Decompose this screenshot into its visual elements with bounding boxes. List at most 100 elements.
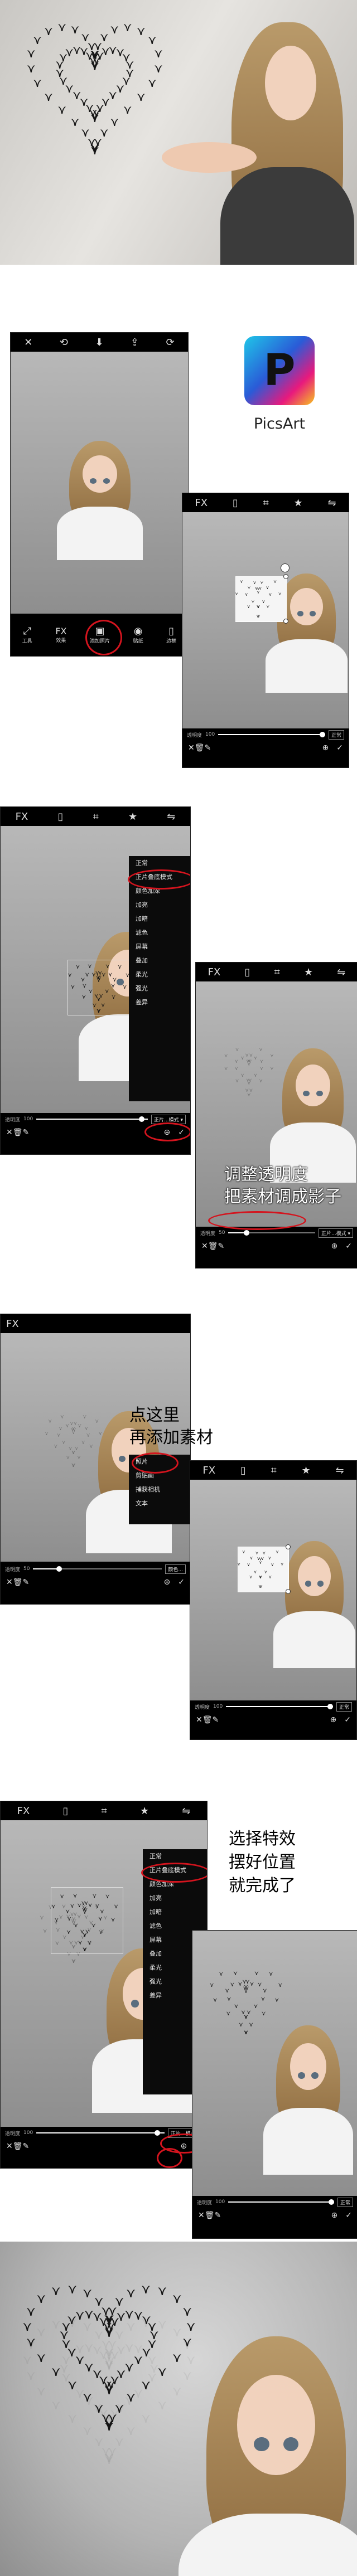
eraser-icon[interactable]: ✎ — [213, 1715, 219, 1724]
check-icon[interactable]: ✓ — [178, 1578, 185, 1587]
menu-item[interactable]: 柔光 — [129, 968, 190, 981]
trash-icon[interactable]: 🗑 — [13, 1578, 23, 1587]
frame-icon[interactable]: ▯ — [233, 497, 238, 509]
star-icon[interactable]: ★ — [302, 1465, 311, 1476]
download-icon[interactable]: ⬇ — [95, 337, 103, 348]
blend-mode-button[interactable]: 正常 — [336, 1702, 352, 1712]
menu-item[interactable]: 捕获相机 — [129, 1483, 190, 1496]
eraser-icon[interactable]: ✎ — [205, 743, 211, 752]
fx-label[interactable]: FX — [202, 1465, 215, 1476]
crop-icon[interactable]: ⌗ — [274, 966, 280, 978]
close-icon[interactable]: ✕ — [6, 2142, 13, 2151]
frame-item[interactable]: ▯ 边框 — [166, 625, 176, 644]
blend-mode-button[interactable]: 正常 — [337, 2197, 353, 2207]
fx-label[interactable]: FX — [17, 1805, 30, 1817]
share-icon[interactable]: ⇪ — [131, 337, 139, 348]
menu-item[interactable]: 加暗 — [143, 1905, 207, 1919]
close-icon[interactable]: ✕ — [198, 2211, 205, 2220]
shadow-sticker[interactable]: ⋎ ⋎ ⋎ ⋎ ⋎ ⋎ ⋎ ⋎ ⋎ ⋎ ⋎ ⋎ ⋎ ⋎ ⋎ ⋎ ⋎ ⋎ ⋎ ⋎ ⋎ ⋎ ⋎ ⋎ ⋎ ⋎ ⋎ ⋎ — [224, 1046, 279, 1099]
frame-icon[interactable]: ▯ — [240, 1465, 246, 1476]
bird-heart-sticker[interactable]: ⋎ ⋎ ⋎ ⋎ ⋎ ⋎ ⋎ ⋎ ⋎ ⋎ ⋎ ⋎ ⋎ ⋎ ⋎ ⋎ ⋎ ⋎ ⋎ ⋎ ⋎ ⋎ ⋎ ⋎ ⋎ ⋎ ⋎ ⋎ ⋎ ⋎ ⋎ ⋎ ⋎ ⋎ — [51, 1887, 123, 1954]
blend-mode-button[interactable]: 正片...模式 ▾ — [319, 1228, 353, 1238]
redo-icon[interactable]: ⟳ — [166, 337, 175, 348]
undo-icon[interactable]: ⟲ — [60, 337, 68, 348]
fx-label[interactable]: FX — [16, 811, 28, 823]
blend-mode-button[interactable]: 正常 — [328, 730, 344, 740]
add-icon[interactable]: ⊕ — [331, 2211, 338, 2220]
menu-item[interactable]: 正常 — [143, 1849, 207, 1863]
menu-item[interactable]: 文本 — [129, 1496, 190, 1510]
check-icon[interactable]: ✓ — [336, 743, 343, 752]
close-icon[interactable]: ✕ — [201, 1242, 208, 1251]
add-icon[interactable]: ⊕ — [330, 1715, 337, 1724]
resize-handle[interactable] — [286, 1589, 291, 1594]
add-photo-item[interactable]: ▣ 添加照片 — [85, 620, 123, 655]
bird-sticker[interactable]: ⋎ ⋎ ⋎ ⋎ ⋎ ⋎ ⋎ ⋎ ⋎ ⋎ ⋎ ⋎ ⋎ ⋎ ⋎ ⋎ ⋎ ⋎ ⋎ ⋎ ⋎ ⋎ — [237, 1547, 289, 1592]
fx-label[interactable]: FX — [208, 966, 221, 978]
menu-item[interactable]: 叠加 — [129, 954, 190, 968]
opacity-slider[interactable] — [36, 1116, 148, 1122]
resize-handle[interactable] — [283, 574, 288, 579]
trash-icon[interactable]: 🗑 — [13, 1128, 23, 1137]
resize-handle[interactable] — [283, 619, 288, 624]
star-icon[interactable]: ★ — [128, 811, 137, 823]
menu-item[interactable]: 强光 — [129, 981, 190, 995]
eraser-icon[interactable]: ✎ — [215, 2211, 221, 2220]
star-icon[interactable]: ★ — [294, 497, 303, 509]
flip-icon[interactable]: ⇋ — [182, 1805, 190, 1817]
close-icon[interactable]: ✕ — [24, 337, 32, 348]
star-icon[interactable]: ★ — [304, 966, 313, 978]
eraser-icon[interactable]: ✎ — [218, 1242, 225, 1251]
blend-mode-button[interactable]: 颜色... — [165, 1564, 186, 1574]
bird-sticker[interactable]: ⋎ ⋎ ⋎ ⋎ ⋎ ⋎ ⋎ ⋎ ⋎ ⋎ ⋎ ⋎ ⋎ ⋎ ⋎ ⋎ ⋎ ⋎ ⋎ ⋎ ⋎ ⋎ — [235, 576, 287, 622]
check-icon[interactable]: ✓ — [345, 1242, 352, 1251]
crop-icon[interactable]: ⌗ — [102, 1805, 107, 1817]
rotate-handle[interactable] — [281, 563, 290, 572]
add-icon[interactable]: ⊕ — [164, 1578, 171, 1587]
eraser-icon[interactable]: ✎ — [23, 2142, 30, 2151]
opacity-slider[interactable] — [226, 1704, 334, 1709]
check-icon[interactable]: ✓ — [344, 1715, 351, 1724]
add-icon[interactable]: ⊕ — [322, 743, 329, 752]
frame-icon[interactable]: ▯ — [244, 966, 250, 978]
sticker-item[interactable]: ◉ 贴纸 — [133, 625, 143, 644]
eraser-icon[interactable]: ✎ — [23, 1578, 30, 1587]
trash-icon[interactable]: 🗑 — [208, 1242, 218, 1251]
frame-icon[interactable]: ▯ — [62, 1805, 68, 1817]
opacity-slider[interactable] — [228, 1230, 316, 1236]
menu-item[interactable]: 正常 — [129, 856, 190, 870]
close-icon[interactable]: ✕ — [196, 1715, 202, 1724]
resize-handle[interactable] — [286, 1544, 291, 1549]
frame-icon[interactable]: ▯ — [57, 811, 63, 823]
trash-icon[interactable]: 🗑 — [13, 2142, 23, 2151]
close-icon[interactable]: ✕ — [6, 1128, 13, 1137]
opacity-slider[interactable] — [228, 2199, 335, 2205]
trash-icon[interactable]: 🗑 — [195, 743, 205, 752]
menu-item[interactable]: 屏幕 — [129, 940, 190, 954]
menu-item[interactable]: 加亮 — [129, 898, 190, 912]
fx-label[interactable]: FX — [195, 497, 208, 509]
crop-icon[interactable]: ⌗ — [271, 1465, 277, 1476]
trash-icon[interactable]: 🗑 — [202, 1715, 213, 1724]
crop-icon[interactable]: ⌗ — [263, 497, 269, 509]
opacity-slider[interactable] — [218, 732, 326, 737]
close-icon[interactable]: ✕ — [188, 743, 195, 752]
effects-item[interactable]: FX 效果 — [55, 626, 66, 644]
flip-icon[interactable]: ⇋ — [337, 966, 345, 978]
menu-item[interactable]: 加暗 — [129, 912, 190, 926]
menu-item[interactable]: 差异 — [129, 995, 190, 1009]
trash-icon[interactable]: 🗑 — [205, 2211, 215, 2220]
check-icon[interactable]: ✓ — [345, 2211, 352, 2220]
menu-item[interactable]: 滤色 — [129, 926, 190, 940]
flip-icon[interactable]: ⇋ — [327, 497, 336, 509]
tool-item[interactable]: ⤢ 工具 — [22, 625, 32, 644]
eraser-icon[interactable]: ✎ — [23, 1128, 30, 1137]
shadow-sticker[interactable]: ⋎ ⋎ ⋎ ⋎ ⋎ ⋎ ⋎ ⋎ ⋎ ⋎ ⋎ ⋎ ⋎ ⋎ ⋎ ⋎ ⋎ ⋎ ⋎ ⋎ ⋎ ⋎ ⋎ ⋎ ⋎ ⋎ ⋎ ⋎ ⋎ ⋎ — [45, 1411, 107, 1470]
menu-item[interactable]: 加亮 — [143, 1891, 207, 1905]
fx-label[interactable]: FX — [6, 1318, 19, 1330]
add-icon[interactable]: ⊕ — [331, 1242, 338, 1251]
flip-icon[interactable]: ⇋ — [335, 1465, 344, 1476]
bird-heart-sticker[interactable]: ⋎ ⋎ ⋎ ⋎ ⋎ ⋎ ⋎ ⋎ ⋎ ⋎ ⋎ ⋎ ⋎ ⋎ ⋎ ⋎ ⋎ ⋎ ⋎ ⋎ ⋎ ⋎ ⋎ ⋎ ⋎ ⋎ ⋎ ⋎ ⋎ ⋎ ⋎ ⋎ ⋎ ⋎ — [67, 960, 134, 1015]
flip-icon[interactable]: ⇋ — [167, 811, 175, 823]
close-icon[interactable]: ✕ — [6, 1578, 13, 1587]
